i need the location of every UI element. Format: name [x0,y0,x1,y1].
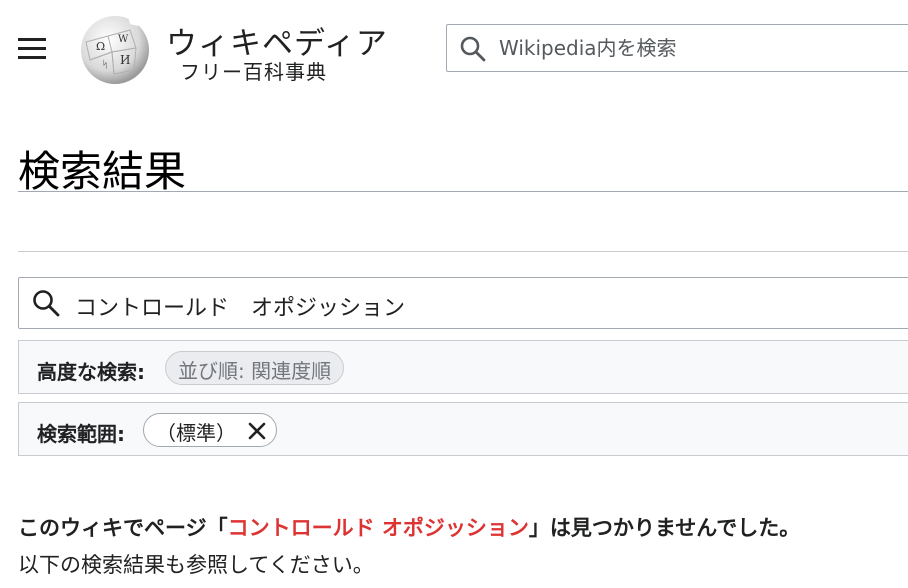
svg-text:Ω: Ω [96,40,105,53]
menu-icon-bar [18,47,46,50]
search-icon [460,36,486,62]
svg-text:И: И [120,53,130,67]
notice-prefix: このウィキでページ「 [18,516,228,540]
page-title: 検索結果 [18,147,187,196]
header-search-input[interactable] [499,33,899,63]
wikipedia-globe-logo: Ω W И ᛋ [81,16,149,84]
sort-order-chip[interactable]: 並び順: 関連度順 [165,351,345,385]
header-search-box[interactable] [446,24,908,72]
wikipedia-logo-link[interactable]: Ω W И ᛋ ウィキペディア フリー百科事典 [76,12,387,86]
search-query-box[interactable]: コントロールド オポジッション [18,277,908,329]
search-icon [33,290,60,317]
namespace-panel[interactable]: 検索範囲: （標準） [18,402,908,456]
svg-text:ᛋ: ᛋ [102,59,108,71]
search-query-value[interactable]: コントロールド オポジッション [75,290,405,322]
main-menu-button[interactable] [14,32,50,64]
section-divider [18,251,908,252]
create-page-link[interactable]: コントロールド オポジッション [228,516,529,540]
advanced-search-label: 高度な検索: [37,360,145,384]
namespace-chip-label: （標準） [156,421,236,445]
notice-suffix: 」は見つかりませんでした。 [528,516,801,540]
menu-icon-bar [18,38,46,41]
site-tagline: フリー百科事典 [180,60,327,84]
svg-text:W: W [118,34,129,45]
namespace-chip[interactable]: （標準） [143,413,277,447]
title-divider [18,191,908,192]
advanced-search-panel[interactable]: 高度な検索: 並び順: 関連度順 [18,340,908,394]
close-icon[interactable] [246,420,268,442]
namespace-label: 検索範囲: [37,422,125,446]
menu-icon-bar [18,56,46,59]
see-results-below: 以下の検索結果も参照してください。 [18,553,374,577]
site-header: Ω W И ᛋ ウィキペディア フリー百科事典 [0,0,908,96]
no-results-notice: このウィキでページ「コントロールド オポジッション」は見つかりませんでした。 [18,512,800,542]
